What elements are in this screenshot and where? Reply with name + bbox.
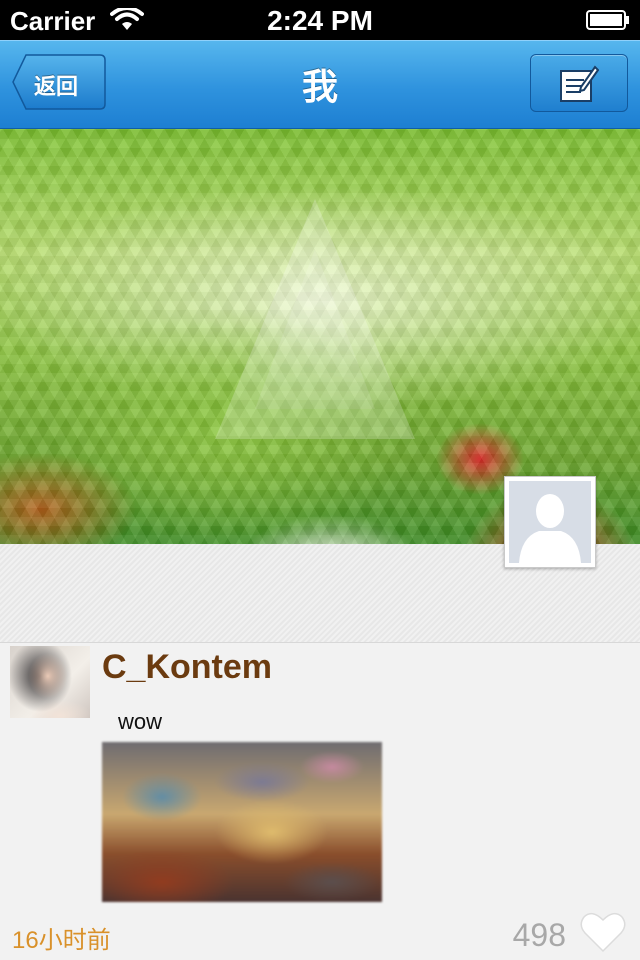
navigation-bar: 返回 我 [0, 40, 640, 129]
post-photo[interactable] [102, 742, 382, 902]
default-user-icon [509, 481, 591, 563]
profile-avatar[interactable] [504, 476, 596, 568]
author-name[interactable]: C_Kontem [102, 648, 272, 687]
like-count: 498 [512, 917, 566, 953]
post-text: wow [118, 709, 163, 734]
author-avatar[interactable] [10, 646, 90, 718]
battery-icon [586, 10, 629, 30]
compose-button[interactable] [530, 54, 628, 112]
status-time: 2:24 PM [267, 5, 373, 36]
compose-icon [560, 65, 599, 102]
status-bar: Carrier 2:24 PM [0, 0, 640, 40]
cover-logo-shape [215, 199, 415, 439]
feed-post: C_Kontem wow 16小时前 498 [0, 643, 640, 960]
post-timestamp: 16小时前 [12, 927, 111, 954]
heart-icon[interactable] [580, 911, 626, 953]
